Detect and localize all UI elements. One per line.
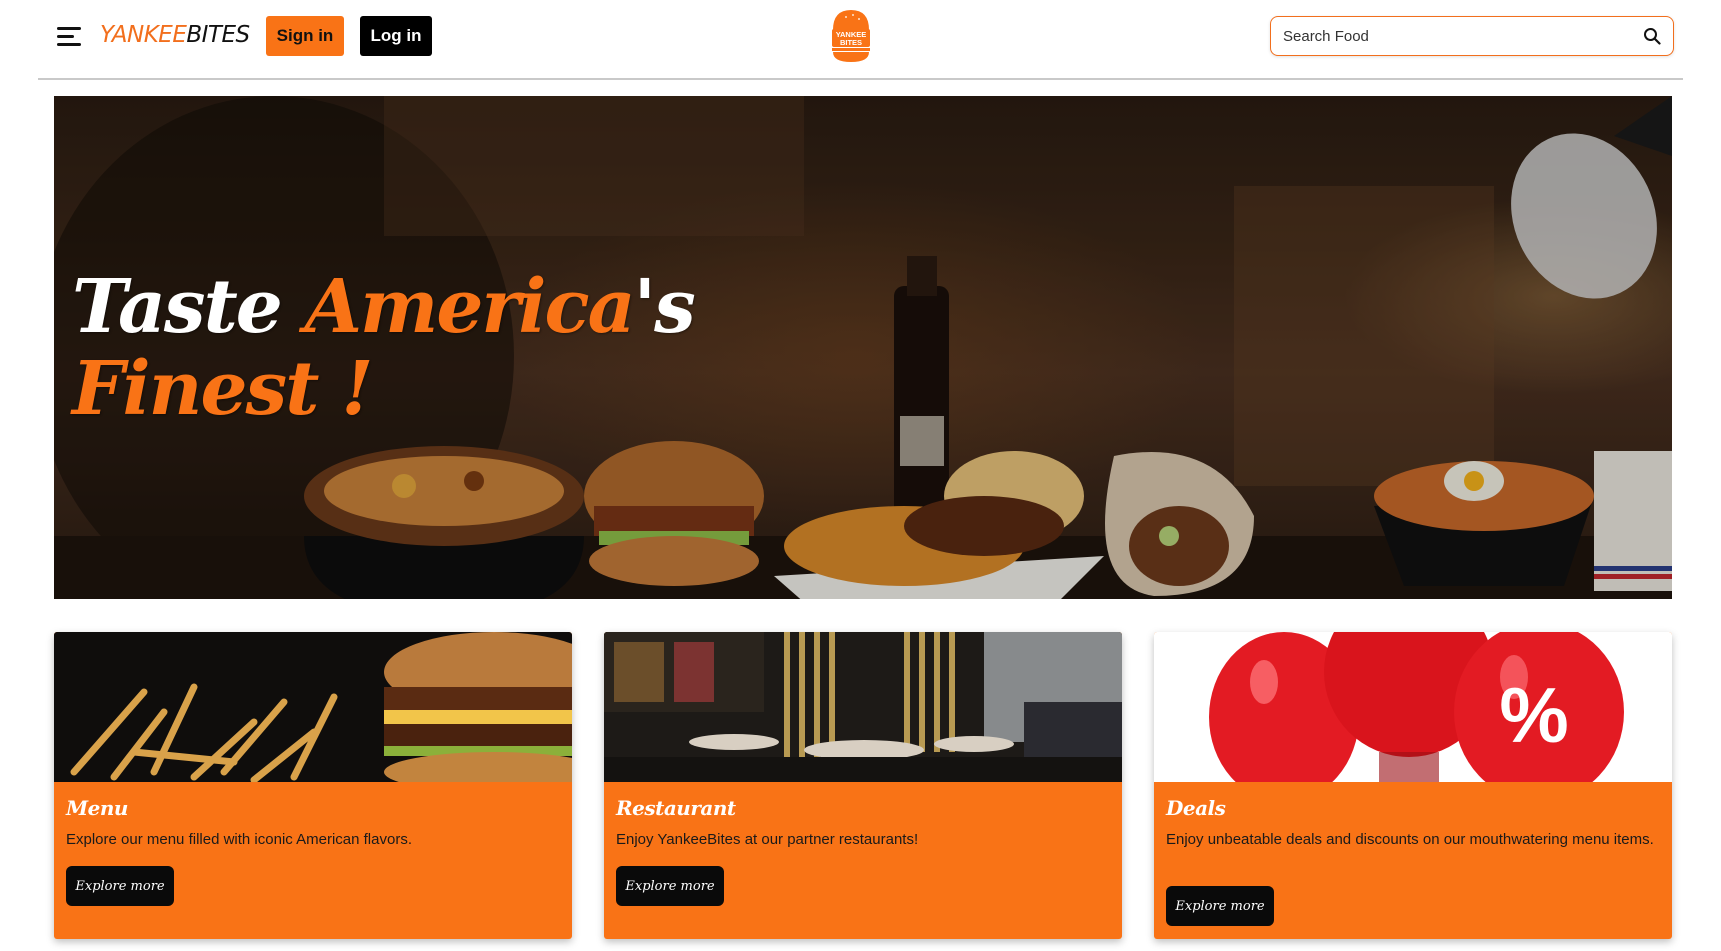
hamburger-menu-icon[interactable]: [57, 25, 81, 47]
menu-explore-button[interactable]: Explore more: [66, 866, 174, 906]
svg-text:%: %: [1499, 671, 1568, 759]
site-header: YANKEEBITES Sign in Log in YANKEE BITES: [0, 0, 1721, 80]
search-bar: [1270, 16, 1674, 56]
brand-part-2: BITES: [186, 22, 250, 48]
header-divider: [38, 78, 1683, 80]
hero-word-america: America: [304, 264, 636, 350]
sign-in-button[interactable]: Sign in: [266, 16, 344, 56]
deals-explore-button[interactable]: Explore more: [1166, 886, 1274, 926]
menu-card-title: Menu: [66, 796, 128, 820]
hero-word-suffix: 's: [633, 264, 696, 350]
menu-card-description: Explore our menu filled with iconic Amer…: [66, 831, 412, 848]
brand-wordmark[interactable]: YANKEEBITES: [100, 22, 250, 48]
logo-text-bottom: BITES: [840, 38, 862, 47]
hero-word-taste: Taste: [72, 264, 305, 350]
deals-card-title: Deals: [1166, 796, 1226, 820]
restaurant-card-description: Enjoy YankeeBites at our partner restaur…: [616, 831, 919, 848]
brand-part-1: YANKEE: [100, 22, 187, 48]
deals-card-description: Enjoy unbeatable deals and discounts on …: [1166, 831, 1654, 848]
menu-card-image: [54, 632, 572, 782]
deals-card-image: %: [1154, 632, 1672, 782]
restaurant-card-title: Restaurant: [616, 796, 736, 820]
restaurant-explore-button[interactable]: Explore more: [616, 866, 724, 906]
hero-line-2: Finest !: [72, 348, 694, 430]
search-input[interactable]: [1283, 25, 1623, 47]
hero-line-1: Taste America's: [72, 264, 696, 350]
deals-card[interactable]: % Deals Enjoy unbeatable deals and disco…: [1154, 632, 1672, 939]
search-icon[interactable]: [1643, 27, 1661, 45]
restaurant-card[interactable]: Restaurant Enjoy YankeeBites at our part…: [604, 632, 1122, 939]
hero-banner: Taste America's Finest !: [54, 96, 1672, 599]
burger-logo-icon[interactable]: YANKEE BITES: [829, 8, 873, 64]
restaurant-card-image: [604, 632, 1122, 782]
hero-exclaim: !: [317, 346, 374, 432]
menu-card[interactable]: Menu Explore our menu filled with iconic…: [54, 632, 572, 939]
hero-word-finest: Finest: [72, 346, 319, 432]
hero-headline: Taste America's Finest !: [72, 264, 696, 430]
log-in-button[interactable]: Log in: [360, 16, 432, 56]
